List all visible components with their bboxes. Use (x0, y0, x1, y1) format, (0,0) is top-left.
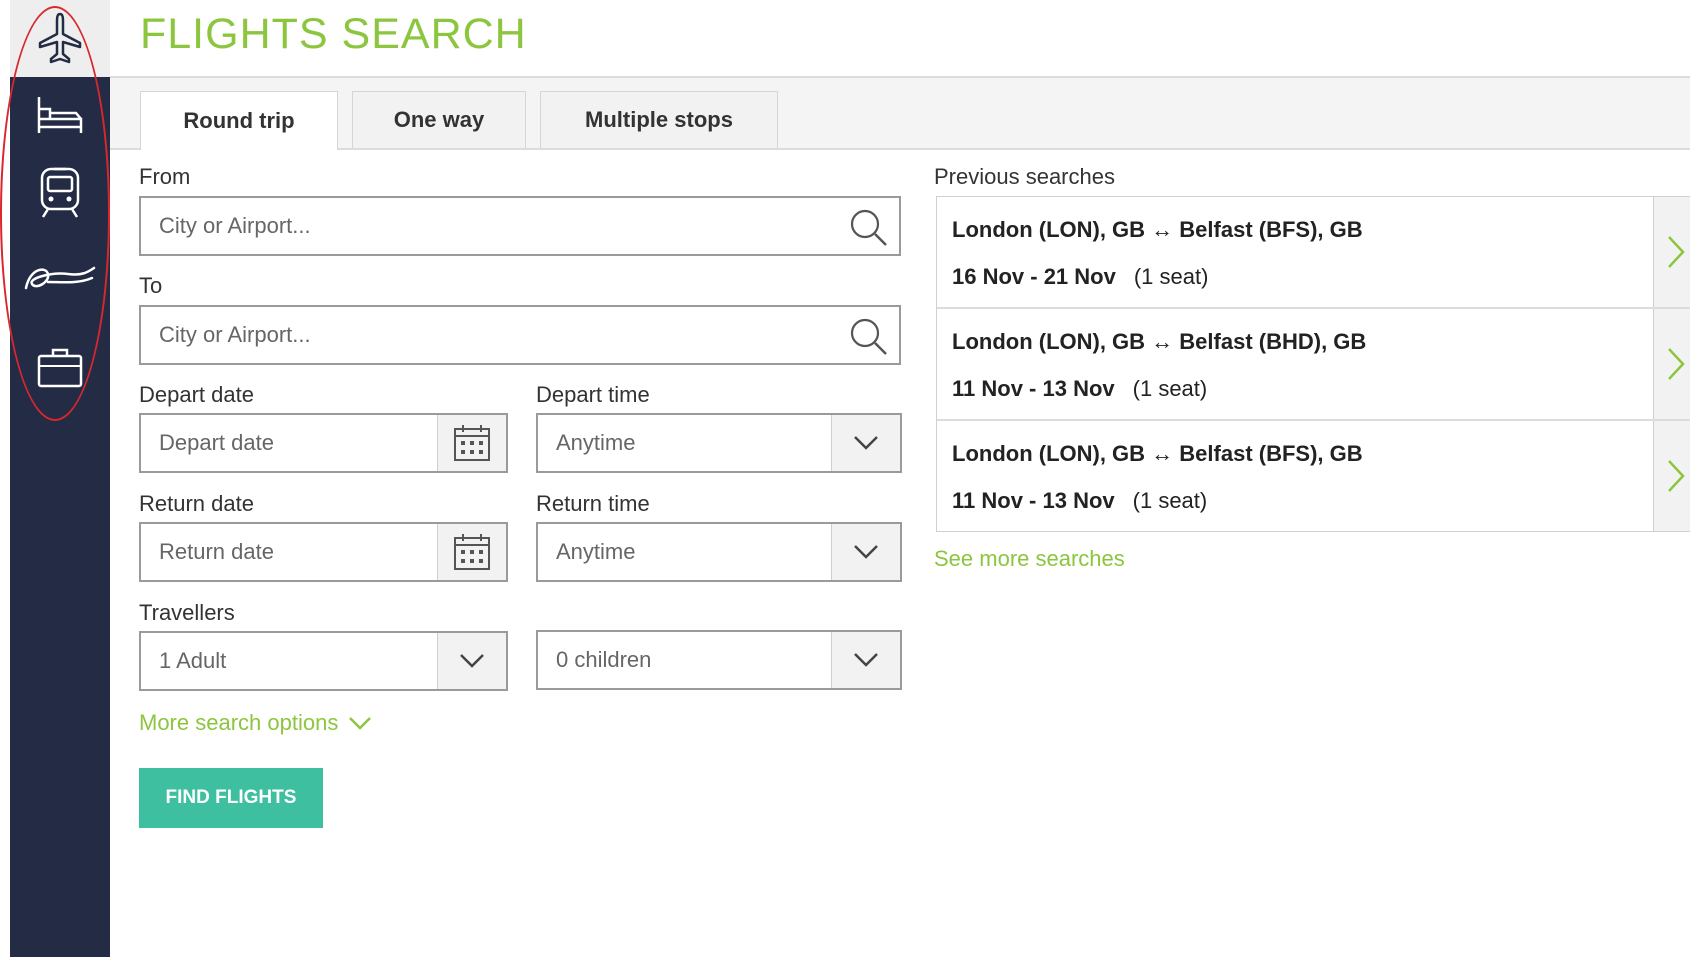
tab-round-trip[interactable]: Round trip (140, 91, 338, 150)
previous-search-open-button[interactable] (1653, 421, 1690, 531)
previous-search-route: London (LON), GB ↔ Belfast (BFS), GB (952, 441, 1363, 466)
depart-time-select[interactable]: Anytime (536, 413, 902, 473)
find-flights-button[interactable]: FIND FLIGHTS (139, 768, 323, 828)
calendar-icon (454, 425, 490, 461)
previous-search-open-button[interactable] (1653, 309, 1690, 419)
chevron-right-icon (1668, 348, 1685, 380)
search-icon[interactable] (849, 317, 889, 357)
previous-search-dates-row: 11 Nov - 13 Nov (1 seat) (952, 488, 1207, 514)
return-date-calendar-button[interactable] (437, 524, 506, 580)
to-input[interactable]: City or Airport... (139, 305, 901, 365)
car-icon (24, 266, 96, 290)
return-time-label: Return time (536, 491, 650, 516)
previous-search-item[interactable]: London (LON), GB ↔ Belfast (BFS), GB 16 … (937, 197, 1690, 309)
return-time-select[interactable]: Anytime (536, 522, 902, 582)
search-icon[interactable] (849, 208, 889, 248)
tab-one-way[interactable]: One way (352, 91, 526, 148)
depart-date-label: Depart date (139, 382, 254, 407)
sidebar-item-trips[interactable] (10, 330, 110, 406)
chevron-right-icon (1668, 460, 1685, 492)
chevron-down-icon (349, 717, 372, 730)
adults-dropdown-button[interactable] (437, 633, 506, 689)
sidebar-item-hotels[interactable] (10, 77, 110, 153)
depart-time-value: Anytime (556, 430, 636, 455)
from-label: From (139, 164, 191, 189)
more-search-options-link[interactable]: More search options (139, 710, 372, 736)
depart-date-input[interactable]: Depart date (139, 413, 508, 473)
previous-search-seats: (1 seat) (1132, 488, 1208, 513)
adults-select[interactable]: 1 Adult (139, 631, 508, 691)
previous-search-route: London (LON), GB ↔ Belfast (BHD), GB (952, 329, 1367, 354)
return-time-dropdown-button[interactable] (831, 524, 900, 580)
chevron-down-icon (854, 436, 878, 450)
to-placeholder: City or Airport... (159, 322, 311, 347)
more-search-options-label: More search options (139, 710, 339, 735)
from-input[interactable]: City or Airport... (139, 196, 901, 256)
previous-search-open-button[interactable] (1653, 197, 1690, 307)
previous-search-item[interactable]: London (LON), GB ↔ Belfast (BHD), GB 11 … (937, 309, 1690, 421)
chevron-down-icon (854, 653, 878, 667)
previous-search-seats: (1 seat) (1133, 264, 1209, 289)
previous-search-dates-row: 11 Nov - 13 Nov (1 seat) (952, 376, 1207, 402)
page-title: FLIGHTS SEARCH (140, 10, 527, 58)
tab-multiple-stops[interactable]: Multiple stops (540, 91, 778, 148)
train-icon (40, 167, 80, 218)
sidebar-item-flights[interactable] (10, 0, 110, 76)
chevron-right-icon (1668, 236, 1685, 268)
travellers-label: Travellers (139, 600, 235, 625)
previous-search-seats: (1 seat) (1132, 376, 1208, 401)
depart-date-placeholder: Depart date (159, 430, 274, 455)
depart-time-dropdown-button[interactable] (831, 415, 900, 471)
previous-search-dates-row: 16 Nov - 21 Nov (1 seat) (952, 264, 1208, 290)
sidebar-item-trains[interactable] (10, 153, 110, 229)
briefcase-icon (37, 348, 83, 388)
depart-time-label: Depart time (536, 382, 650, 407)
return-date-input[interactable]: Return date (139, 522, 508, 582)
chevron-down-icon (854, 545, 878, 559)
previous-searches-title: Previous searches (934, 164, 1115, 189)
return-time-value: Anytime (556, 539, 636, 564)
previous-search-dates: 16 Nov - 21 Nov (952, 264, 1116, 289)
return-date-label: Return date (139, 491, 254, 516)
sidebar-item-car-hire[interactable] (10, 240, 110, 316)
previous-search-dates: 11 Nov - 13 Nov (952, 376, 1115, 401)
previous-searches-list: London (LON), GB ↔ Belfast (BFS), GB 16 … (936, 196, 1690, 532)
page-header: FLIGHTS SEARCH (110, 0, 1690, 78)
children-dropdown-button[interactable] (831, 632, 900, 688)
adults-value: 1 Adult (159, 648, 227, 673)
children-select[interactable]: 0 children (536, 630, 902, 690)
calendar-icon (454, 534, 490, 570)
return-date-placeholder: Return date (159, 539, 274, 564)
children-value: 0 children (556, 647, 652, 672)
depart-date-calendar-button[interactable] (437, 415, 506, 471)
chevron-down-icon (460, 654, 484, 668)
trip-type-tabs: Round trip One way Multiple stops (110, 78, 1690, 150)
previous-search-route: London (LON), GB ↔ Belfast (BFS), GB (952, 217, 1363, 242)
airplane-icon (38, 12, 82, 64)
from-placeholder: City or Airport... (159, 213, 311, 238)
previous-search-item[interactable]: London (LON), GB ↔ Belfast (BFS), GB 11 … (937, 421, 1690, 531)
sidebar-nav (10, 0, 110, 957)
to-label: To (139, 273, 163, 298)
see-more-searches-link[interactable]: See more searches (934, 546, 1125, 572)
previous-search-dates: 11 Nov - 13 Nov (952, 488, 1115, 513)
bed-icon (37, 97, 83, 133)
